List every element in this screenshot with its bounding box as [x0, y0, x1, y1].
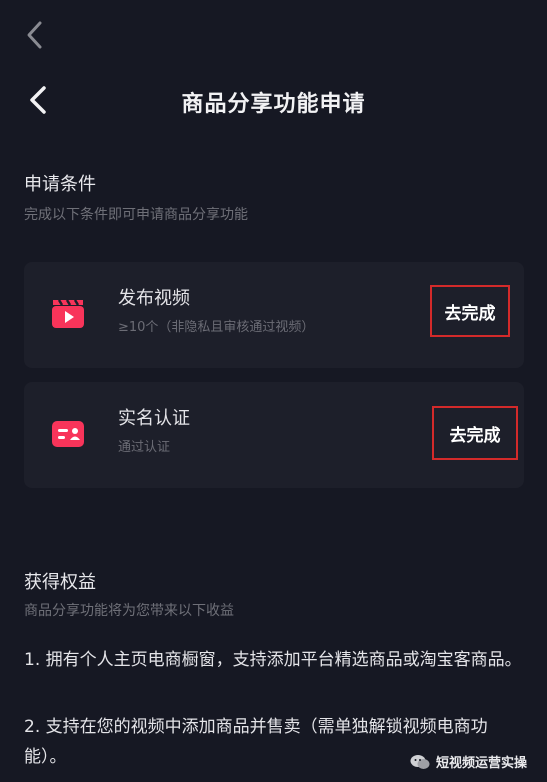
video-clapper-icon: [50, 296, 86, 332]
id-card-icon: [50, 416, 86, 452]
watermark: 短视频运营实操: [410, 752, 527, 771]
benefits-subtitle: 商品分享功能将为您带来以下收益: [24, 603, 234, 619]
back-arrow-button-top[interactable]: [20, 18, 52, 52]
wechat-icon: [410, 754, 430, 769]
conditions-title: 申请条件: [24, 174, 96, 195]
complete-button-real-name[interactable]: 去完成: [432, 406, 518, 460]
complete-button-publish-video[interactable]: 去完成: [430, 285, 510, 337]
chevron-left-icon: [27, 21, 42, 49]
condition-card-real-name: 实名认证 通过认证 去完成: [24, 382, 524, 488]
condition-title: 实名认证: [118, 408, 190, 429]
benefits-title: 获得权益: [24, 572, 96, 593]
watermark-text: 短视频运营实操: [436, 756, 528, 771]
condition-title: 发布视频: [118, 288, 190, 309]
header-bar: 商品分享功能申请: [0, 70, 547, 130]
benefit-item: 1. 拥有个人主页电商橱窗，支持添加平台精选商品或淘宝客商品。: [24, 650, 522, 670]
condition-subtitle: ≥10个（非隐私且审核通过视频）: [118, 320, 315, 335]
conditions-subtitle: 完成以下条件即可申请商品分享功能: [24, 207, 248, 223]
condition-card-publish-video: 发布视频 ≥10个（非隐私且审核通过视频） 去完成: [24, 262, 524, 368]
condition-subtitle: 通过认证: [118, 440, 171, 455]
page-title: 商品分享功能申请: [181, 92, 366, 117]
